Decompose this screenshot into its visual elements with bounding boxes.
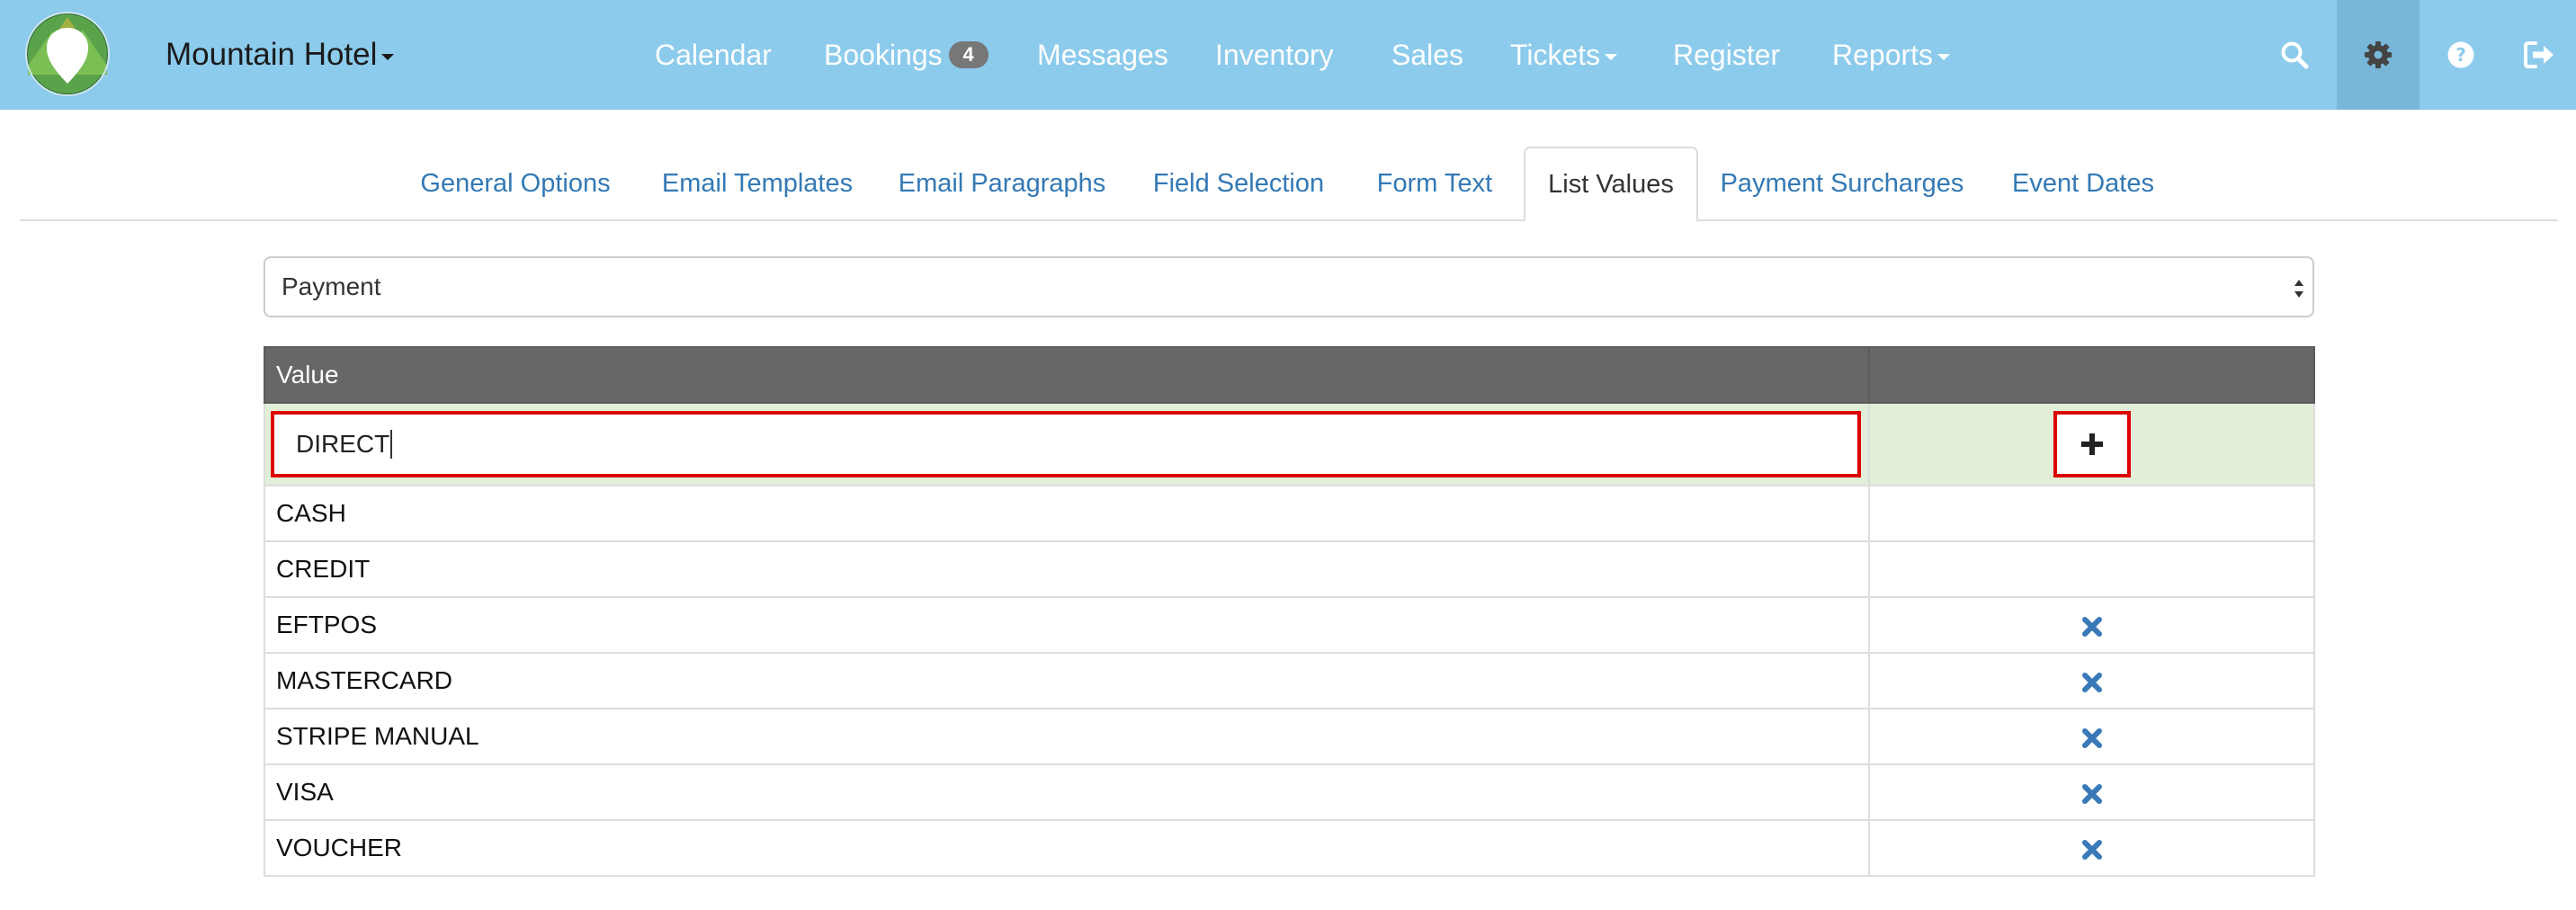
property-name: Mountain Hotel xyxy=(165,37,378,72)
tab-general-options[interactable]: General Options xyxy=(405,147,626,220)
remove-value-icon[interactable] xyxy=(2081,616,2103,638)
nav-tickets[interactable]: Tickets xyxy=(1510,0,1618,110)
remove-value-icon[interactable] xyxy=(2081,783,2103,805)
table-row: CASH xyxy=(264,485,2315,542)
tab-email-paragraphs[interactable]: Email Paragraphs xyxy=(890,147,1114,220)
nav-bookings[interactable]: Bookings 4 xyxy=(824,0,988,110)
nav-tickets-label: Tickets xyxy=(1510,38,1601,71)
action-cell xyxy=(1868,596,2315,654)
action-cell xyxy=(1868,819,2315,877)
bookings-count-badge: 4 xyxy=(948,41,988,68)
value-cell: STRIPE MANUAL xyxy=(264,708,1870,765)
nav-calendar-label: Calendar xyxy=(655,38,772,71)
tab-label: Event Dates xyxy=(2012,168,2154,198)
tab-form-text[interactable]: Form Text xyxy=(1365,147,1504,220)
tab-list-values[interactable]: List Values xyxy=(1524,147,1698,222)
action-cell xyxy=(1868,652,2315,709)
logout-button[interactable] xyxy=(2502,0,2576,110)
tab-label: Email Templates xyxy=(661,168,854,198)
remove-value-icon[interactable] xyxy=(2081,672,2103,693)
list-type-select[interactable]: Payment xyxy=(264,256,2314,317)
search-button[interactable] xyxy=(2253,0,2336,110)
settings-button[interactable] xyxy=(2337,0,2419,110)
nav-messages[interactable]: Messages xyxy=(1037,0,1168,110)
tab-label: Field Selection xyxy=(1152,168,1325,198)
value-cell: EFTPOS xyxy=(264,596,1870,654)
remove-value-icon[interactable] xyxy=(2081,839,2103,861)
nav-sales-label: Sales xyxy=(1391,38,1464,71)
tab-payment-surcharges[interactable]: Payment Surcharges xyxy=(1716,147,1968,220)
nav-register-label: Register xyxy=(1673,38,1781,71)
nav-calendar[interactable]: Calendar xyxy=(655,0,772,110)
tab-label: Email Paragraphs xyxy=(898,168,1106,198)
tab-label: List Values xyxy=(1548,169,1674,199)
action-cell xyxy=(1868,763,2315,821)
help-button[interactable]: ? xyxy=(2419,0,2502,110)
table-row: VISA xyxy=(264,763,2315,821)
nav-bookings-label: Bookings xyxy=(824,38,943,71)
new-value-cell: DIRECT xyxy=(264,402,1870,486)
nav-inventory[interactable]: Inventory xyxy=(1215,0,1334,110)
remove-value-icon[interactable] xyxy=(2081,727,2103,749)
table-header-row: Value xyxy=(264,346,2315,404)
nav-inventory-label: Inventory xyxy=(1215,38,1334,71)
chevron-down-icon xyxy=(1605,53,1618,60)
tab-label: Form Text xyxy=(1376,168,1493,198)
chevron-down-icon xyxy=(1937,53,1951,60)
gear-icon xyxy=(2365,41,2392,68)
value-cell: VISA xyxy=(264,763,1870,821)
action-cell xyxy=(1868,708,2315,765)
search-icon xyxy=(2281,41,2309,69)
value-cell: CASH xyxy=(264,485,1870,542)
help-icon: ? xyxy=(2447,41,2474,68)
table-row: CREDIT xyxy=(264,540,2315,598)
nav-sales[interactable]: Sales xyxy=(1391,0,1463,110)
chevron-down-icon xyxy=(381,53,395,60)
table-row: MASTERCARD xyxy=(264,652,2315,709)
value-cell: MASTERCARD xyxy=(264,652,1870,709)
tab-field-selection[interactable]: Field Selection xyxy=(1139,147,1338,220)
text-cursor xyxy=(390,430,393,459)
value-cell: CREDIT xyxy=(264,540,1870,598)
table-row: STRIPE MANUAL xyxy=(264,708,2315,765)
mountain-hotel-logo[interactable] xyxy=(25,12,110,96)
value-cell: VOUCHER xyxy=(264,819,1870,877)
tab-label: Payment Surcharges xyxy=(1720,168,1964,198)
nav-reports[interactable]: Reports xyxy=(1832,0,1951,110)
nav-register[interactable]: Register xyxy=(1673,0,1780,110)
add-value-button[interactable] xyxy=(2053,411,2131,477)
list-type-selected-value: Payment xyxy=(282,272,381,300)
add-value-row: DIRECT xyxy=(264,402,2315,486)
top-navbar: Mountain Hotel Calendar Bookings 4 Messa… xyxy=(0,0,2576,110)
svg-text:?: ? xyxy=(2455,44,2466,66)
table-row: VOUCHER xyxy=(264,819,2315,877)
action-cell xyxy=(1868,485,2315,542)
nav-messages-label: Messages xyxy=(1037,38,1168,71)
table-row: EFTPOS xyxy=(264,596,2315,654)
new-value-text: DIRECT xyxy=(296,430,390,458)
tab-event-dates[interactable]: Event Dates xyxy=(1993,147,2173,220)
action-cell xyxy=(1868,540,2315,598)
tab-email-templates[interactable]: Email Templates xyxy=(651,147,863,220)
select-arrows-icon xyxy=(2294,280,2303,298)
plus-icon xyxy=(2080,433,2103,455)
property-switcher[interactable]: Mountain Hotel xyxy=(165,0,395,110)
list-values-table: Value DIRECT CASH CREDIT EFTPOS MASTERCA… xyxy=(264,346,2315,877)
add-action-cell xyxy=(1868,402,2315,486)
nav-reports-label: Reports xyxy=(1832,38,1934,71)
tab-label: General Options xyxy=(420,168,611,198)
new-value-input[interactable]: DIRECT xyxy=(271,411,1861,477)
logout-icon xyxy=(2524,41,2554,68)
actions-column-header xyxy=(1868,346,2315,404)
value-column-header: Value xyxy=(264,346,1870,404)
